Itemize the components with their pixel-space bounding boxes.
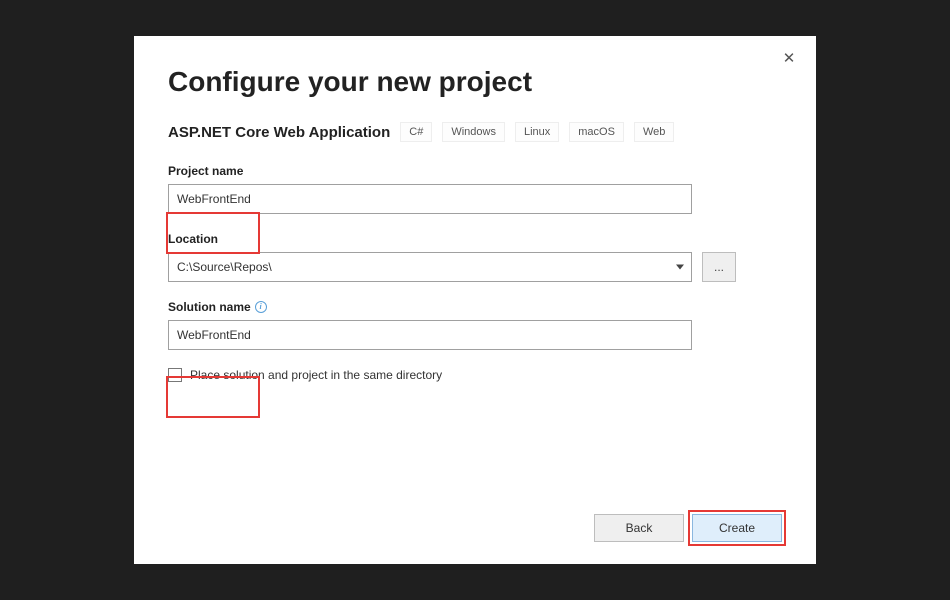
location-label: Location — [168, 232, 782, 246]
tag-web: Web — [634, 122, 674, 142]
solution-name-label-text: Solution name — [168, 300, 251, 314]
project-name-label: Project name — [168, 164, 782, 178]
tag-macos: macOS — [569, 122, 624, 142]
location-input[interactable] — [168, 252, 692, 282]
tag-csharp: C# — [400, 122, 432, 142]
tag-windows: Windows — [442, 122, 505, 142]
page-title: Configure your new project — [168, 66, 782, 98]
footer-buttons: Back Create — [594, 514, 782, 542]
tag-linux: Linux — [515, 122, 559, 142]
same-directory-row: Place solution and project in the same d… — [168, 368, 782, 382]
project-name-input[interactable] — [168, 184, 692, 214]
back-button[interactable]: Back — [594, 514, 684, 542]
template-name: ASP.NET Core Web Application — [168, 124, 390, 141]
solution-name-field: Solution name i — [168, 300, 782, 350]
location-select-wrap — [168, 252, 692, 282]
highlight-solution-name — [166, 376, 260, 418]
configure-project-dialog: ✕ Configure your new project ASP.NET Cor… — [134, 36, 816, 564]
create-button[interactable]: Create — [692, 514, 782, 542]
project-name-field: Project name — [168, 164, 782, 214]
location-field: Location ... — [168, 232, 782, 282]
same-directory-checkbox[interactable] — [168, 368, 182, 382]
info-icon[interactable]: i — [255, 301, 267, 313]
solution-name-input[interactable] — [168, 320, 692, 350]
solution-name-label: Solution name i — [168, 300, 782, 314]
template-row: ASP.NET Core Web Application C# Windows … — [168, 122, 782, 142]
close-icon[interactable]: ✕ — [780, 50, 798, 68]
browse-button[interactable]: ... — [702, 252, 736, 282]
same-directory-label: Place solution and project in the same d… — [190, 368, 442, 382]
